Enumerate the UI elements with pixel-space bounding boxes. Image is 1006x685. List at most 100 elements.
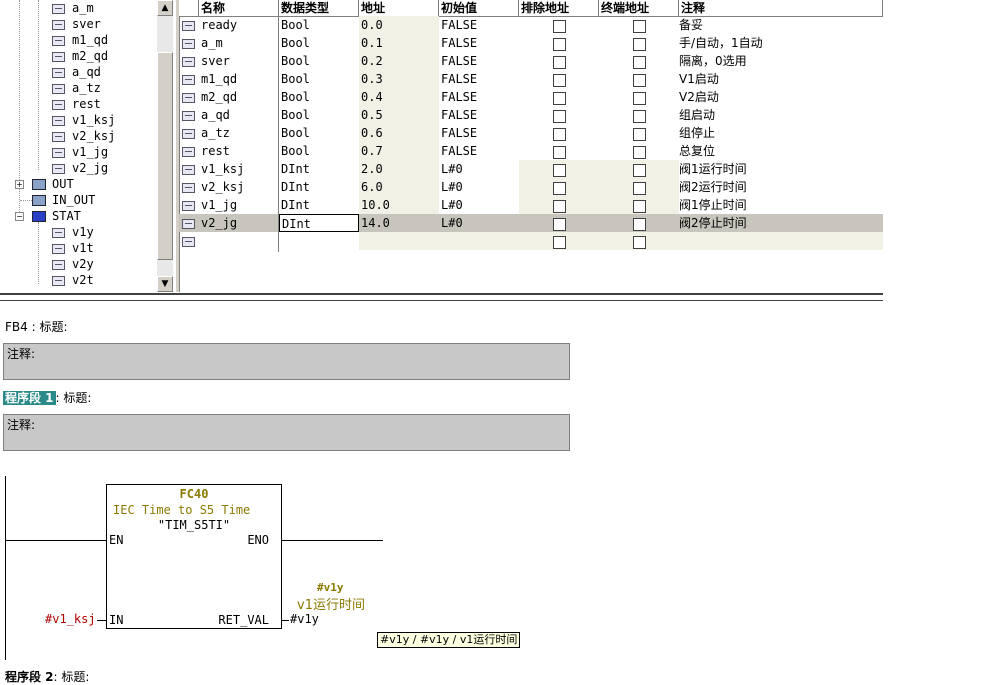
table-row[interactable]: v1_jg DInt 10.0 L#0 阀1停止时间 [179,196,883,214]
exclude-address-checkbox[interactable] [552,164,566,177]
cell-comment[interactable]: V1启动 [679,70,883,88]
terminal-address-checkbox[interactable] [632,200,646,213]
cell-comment[interactable]: 备妥 [679,16,883,34]
cell-name[interactable]: v2_ksj [199,178,279,196]
cell-datatype[interactable]: Bool [279,70,359,88]
cell-initial-value[interactable] [439,232,519,250]
exclude-address-checkbox[interactable] [552,128,566,141]
cell-terminal-address[interactable] [599,70,679,88]
row-icon-cell[interactable] [179,106,199,124]
cell-initial-value[interactable]: FALSE [439,88,519,106]
exclude-address-checkbox[interactable] [552,56,566,69]
cell-comment[interactable]: 组启动 [679,106,883,124]
cell-exclude-address[interactable] [519,160,599,178]
scroll-up-icon[interactable]: ▲ [157,0,173,16]
cell-comment[interactable]: 手/自动，1自动 [679,34,883,52]
row-icon-cell[interactable] [179,142,199,160]
cell-comment[interactable]: 隔离，0选用 [679,52,883,70]
table-row[interactable]: v1_ksj DInt 2.0 L#0 阀1运行时间 [179,160,883,178]
cell-terminal-address[interactable] [599,88,679,106]
cell-datatype[interactable]: Bool [279,106,359,124]
terminal-address-checkbox[interactable] [632,164,646,177]
cell-name[interactable]: rest [199,142,279,160]
cell-comment[interactable]: 阀1运行时间 [679,160,883,178]
cell-initial-value[interactable]: FALSE [439,124,519,142]
cell-initial-value[interactable]: FALSE [439,16,519,34]
cell-datatype[interactable]: Bool [279,34,359,52]
row-icon-cell[interactable] [179,16,199,34]
cell-name[interactable]: a_qd [199,106,279,124]
cell-name[interactable]: v1_ksj [199,160,279,178]
cell-name[interactable]: m1_qd [199,70,279,88]
tree-item[interactable]: v1t [52,240,94,256]
tree-folder-stat[interactable]: STAT [32,208,81,224]
terminal-address-checkbox[interactable] [632,146,646,159]
row-icon-cell[interactable] [179,70,199,88]
cell-exclude-address[interactable] [519,196,599,214]
cell-comment[interactable]: 总复位 [679,142,883,160]
network-1-comment-box[interactable]: 注释: [3,414,570,451]
tree-item[interactable]: a_qd [52,64,101,80]
terminal-address-checkbox[interactable] [632,128,646,141]
collapse-minus-icon[interactable]: − [15,212,24,221]
table-row[interactable]: rest Bool 0.7 FALSE 总复位 [179,142,883,160]
exclude-address-checkbox[interactable] [552,92,566,105]
cell-terminal-address[interactable] [599,34,679,52]
exclude-address-checkbox[interactable] [552,110,566,123]
tree-item[interactable]: rest [52,96,101,112]
cell-terminal-address[interactable] [599,214,679,232]
row-icon-cell[interactable] [179,124,199,142]
cell-terminal-address[interactable] [599,178,679,196]
cell-exclude-address[interactable] [519,52,599,70]
terminal-address-checkbox[interactable] [632,56,646,69]
terminal-address-checkbox[interactable] [632,218,646,231]
row-icon-cell[interactable] [179,214,199,232]
cell-name[interactable] [199,232,279,250]
expand-plus-icon[interactable]: + [15,180,24,189]
table-row[interactable]: m2_qd Bool 0.4 FALSE V2启动 [179,88,883,106]
cell-datatype[interactable] [279,232,359,250]
tree-folder-out[interactable]: OUT [32,176,74,192]
fc40-function-block[interactable]: FC40 IEC Time to S5 Time "TIM_S5TI" EN E… [106,484,282,629]
tree-item[interactable]: v1_ksj [52,112,115,128]
row-icon-cell[interactable] [179,52,199,70]
table-row[interactable]: a_m Bool 0.1 FALSE 手/自动，1自动 [179,34,883,52]
header-initial-value[interactable]: 初始值 [439,0,519,16]
cell-exclude-address[interactable] [519,16,599,34]
pin-in[interactable]: IN [109,613,123,627]
table-row[interactable]: a_tz Bool 0.6 FALSE 组停止 [179,124,883,142]
cell-exclude-address[interactable] [519,34,599,52]
tree-scrollbar[interactable]: ▲ ▼ [157,0,173,292]
cell-initial-value[interactable]: L#0 [439,178,519,196]
exclude-address-checkbox[interactable] [552,146,566,159]
cell-terminal-address[interactable] [599,52,679,70]
cell-datatype[interactable]: Bool [279,52,359,70]
horizontal-splitter[interactable] [0,293,883,301]
cell-comment[interactable]: 阀2运行时间 [679,178,883,196]
cell-name[interactable]: v2_jg [199,214,279,232]
cell-terminal-address[interactable] [599,124,679,142]
tree-item[interactable]: sver [52,16,101,32]
cell-terminal-address[interactable] [599,196,679,214]
cell-comment[interactable]: 组停止 [679,124,883,142]
cell-terminal-address[interactable] [599,142,679,160]
tree-item[interactable]: a_m [52,0,94,16]
cell-datatype[interactable]: Bool [279,142,359,160]
exclude-address-checkbox[interactable] [552,38,566,51]
pin-eno[interactable]: ENO [247,533,269,547]
tree-item[interactable]: a_tz [52,80,101,96]
cell-exclude-address[interactable] [519,232,599,250]
exclude-address-checkbox[interactable] [552,236,566,249]
terminal-address-checkbox[interactable] [632,38,646,51]
exclude-address-checkbox[interactable] [552,20,566,33]
terminal-address-checkbox[interactable] [632,92,646,105]
row-icon-cell[interactable] [179,196,199,214]
cell-exclude-address[interactable] [519,214,599,232]
cell-exclude-address[interactable] [519,124,599,142]
tree-item[interactable]: m2_qd [52,48,108,64]
pin-ret-val[interactable]: RET_VAL [218,613,269,627]
cell-datatype[interactable]: DInt [279,178,359,196]
network-1-title[interactable]: 程序段 1: 标题: [3,389,91,406]
cell-initial-value[interactable]: FALSE [439,142,519,160]
cell-comment[interactable]: V2启动 [679,88,883,106]
